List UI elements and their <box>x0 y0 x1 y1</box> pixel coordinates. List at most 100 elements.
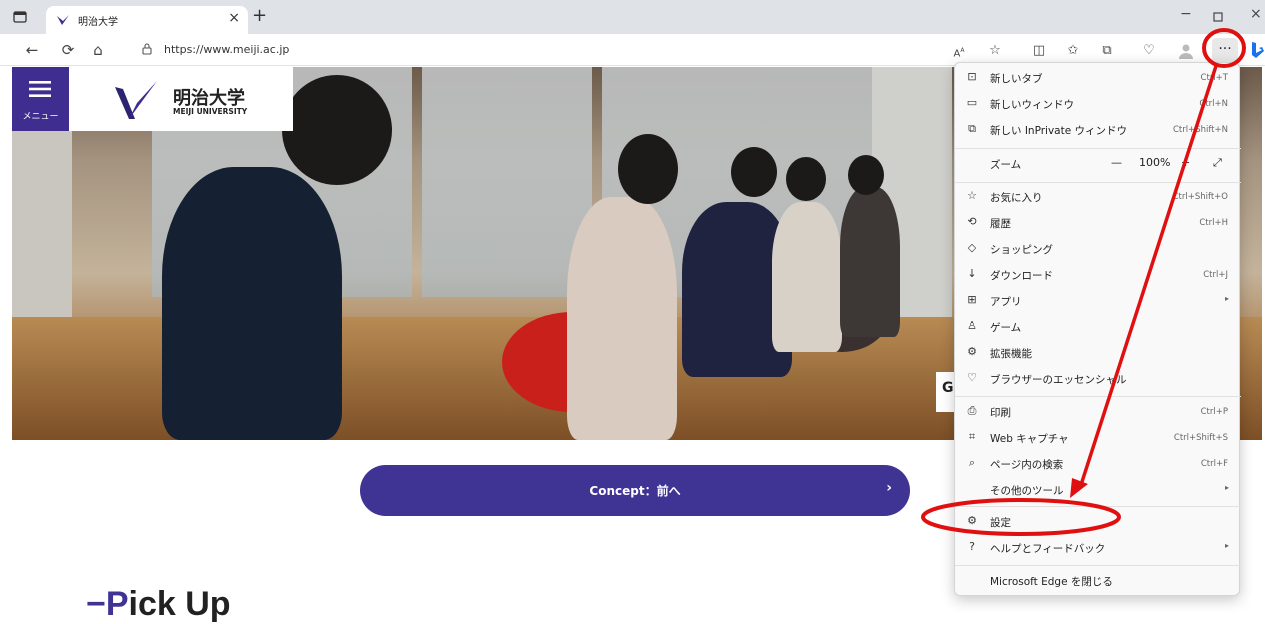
new-tab-button[interactable]: + <box>252 5 267 26</box>
help-icon: ? <box>969 540 975 553</box>
read-aloud-icon[interactable]: AA <box>950 42 968 60</box>
menu-item-print[interactable]: ⎙ 印刷 Ctrl+P <box>955 399 1241 425</box>
tab-title: 明治大学 <box>78 17 118 28</box>
menu-item-label: 設定 <box>990 517 1011 529</box>
tab-actions-icon[interactable] <box>12 9 28 25</box>
menu-item-label: 新しいウィンドウ <box>990 99 1074 111</box>
menu-item-label: 印刷 <box>990 407 1011 419</box>
menu-item-label: Microsoft Edge を閉じる <box>990 576 1113 588</box>
submenu-arrow-icon: ▸ <box>1224 541 1229 550</box>
menu-item-games[interactable]: ♙ ゲーム <box>955 314 1241 340</box>
web-capture-icon: ⌗ <box>968 430 976 443</box>
menu-item-shortcut: Ctrl+H <box>1199 218 1228 228</box>
menu-item-shortcut: Ctrl+Shift+S <box>1173 433 1228 443</box>
apps-icon: ⊞ <box>967 293 977 306</box>
menu-item-label: ズーム <box>990 159 1022 171</box>
home-icon[interactable]: ⌂ <box>88 40 108 60</box>
menu-item-label: アプリ <box>990 296 1022 308</box>
menu-item-label: お気に入り <box>990 192 1043 204</box>
close-window-button[interactable]: × <box>1250 6 1262 22</box>
essentials-icon: ♡ <box>967 371 977 384</box>
shopping-icon: ◇ <box>967 241 977 254</box>
back-icon[interactable]: ← <box>22 40 42 60</box>
menu-item-extensions[interactable]: ⚙ 拡張機能 <box>955 340 1241 366</box>
site-logo[interactable]: 明治大学 MEIJI UNIVERSITY <box>69 67 293 131</box>
menu-item-downloads[interactable]: ↓ ダウンロード Ctrl+J <box>955 262 1241 288</box>
submenu-arrow-icon: ▸ <box>1224 294 1229 303</box>
logo-english-text: MEIJI UNIVERSITY <box>173 107 248 116</box>
menu-item-shortcut: Ctrl+Shift+N <box>1172 125 1228 135</box>
hamburger-icon <box>29 81 51 97</box>
split-screen-icon[interactable]: ◫ <box>1030 42 1048 60</box>
find-icon: ⌕ <box>968 456 976 469</box>
menu-item-label: その他のツール <box>990 485 1064 497</box>
browser-essentials-icon[interactable]: ♡ <box>1140 42 1158 60</box>
new-tab-icon: ⊡ <box>967 70 977 83</box>
menu-item-web-capture[interactable]: ⌗ Web キャプチャ Ctrl+Shift+S <box>955 425 1241 451</box>
pickup-initial: P <box>105 585 129 623</box>
menu-item-shopping[interactable]: ◇ ショッピング <box>955 236 1241 262</box>
menu-item-favorites[interactable]: ☆ お気に入り Ctrl+Shift+O <box>955 184 1241 210</box>
menu-item-close-edge[interactable]: Microsoft Edge を閉じる <box>955 568 1241 594</box>
menu-item-find-on-page[interactable]: ⌕ ページ内の検索 Ctrl+F <box>955 451 1241 477</box>
pickup-heading: −Pick Up <box>86 585 231 624</box>
extensions-icon: ⚙ <box>967 345 977 358</box>
lock-icon[interactable] <box>140 42 154 56</box>
tab-close-button[interactable]: × <box>228 10 240 26</box>
favorite-star-icon[interactable]: ☆ <box>986 42 1004 60</box>
print-icon: ⎙ <box>967 404 977 417</box>
collections-icon[interactable]: ⧉ <box>1098 42 1116 60</box>
menu-item-settings[interactable]: ⚙ 設定 <box>955 509 1241 535</box>
menu-item-history[interactable]: ⟲ 履歴 Ctrl+H <box>955 210 1241 236</box>
meiji-logo-icon <box>115 81 157 119</box>
menu-item-label: ゲーム <box>990 322 1022 334</box>
games-icon: ♙ <box>967 319 977 332</box>
menu-item-apps[interactable]: ⊞ アプリ ▸ <box>955 288 1241 314</box>
url-field[interactable]: https://www.meiji.ac.jp <box>124 38 944 62</box>
download-icon: ↓ <box>967 267 977 280</box>
menu-item-new-tab[interactable]: ⊡ 新しいタブ Ctrl+T <box>955 65 1241 91</box>
history-icon: ⟲ <box>967 215 977 228</box>
zoom-out-button[interactable]: — <box>1111 156 1122 169</box>
site-menu-button[interactable]: メニュー <box>12 67 69 131</box>
copilot-icon[interactable] <box>1248 40 1265 60</box>
zoom-value: 100% <box>1139 156 1171 169</box>
browser-tab[interactable]: 明治大学 × <box>46 6 248 34</box>
menu-item-shortcut: Ctrl+P <box>1200 407 1228 417</box>
menu-item-zoom: ズーム — 100% + ⤢ <box>955 151 1241 177</box>
restore-icon[interactable] <box>1213 12 1223 22</box>
menu-item-shortcut: Ctrl+F <box>1200 459 1228 469</box>
menu-item-browser-essentials[interactable]: ♡ ブラウザーのエッセンシャル <box>955 366 1241 392</box>
menu-item-new-window[interactable]: ▭ 新しいウィンドウ Ctrl+N <box>955 91 1241 117</box>
menu-item-label: Web キャプチャ <box>990 433 1069 445</box>
menu-item-more-tools[interactable]: その他のツール ▸ <box>955 477 1241 503</box>
url-text: https://www.meiji.ac.jp <box>164 43 290 56</box>
menu-item-help-feedback[interactable]: ? ヘルプとフィードバック ▸ <box>955 535 1241 561</box>
pickup-rest: ick Up <box>128 585 231 623</box>
submenu-arrow-icon: ▸ <box>1224 483 1229 492</box>
favorites-icon: ☆ <box>967 189 977 202</box>
menu-item-label: 新しい InPrivate ウィンドウ <box>990 125 1128 137</box>
new-window-icon: ▭ <box>966 96 978 109</box>
zoom-in-button[interactable]: + <box>1181 156 1190 169</box>
menu-item-label: ヘルプとフィードバック <box>990 543 1106 555</box>
profile-avatar-icon[interactable] <box>1177 42 1195 60</box>
settings-icon: ⚙ <box>967 514 977 527</box>
inprivate-icon: ⧉ <box>968 122 976 135</box>
fullscreen-icon[interactable]: ⤢ <box>1213 156 1222 170</box>
menu-item-label: 履歴 <box>990 218 1011 230</box>
settings-and-more-button[interactable]: ··· <box>1212 38 1238 62</box>
favorites-bar-icon[interactable]: ✩ <box>1064 42 1082 60</box>
pickup-dash: − <box>86 585 106 623</box>
meiji-favicon-icon <box>57 15 69 25</box>
minimize-button[interactable]: − <box>1180 6 1192 22</box>
menu-item-shortcut: Ctrl+N <box>1199 99 1228 109</box>
refresh-icon[interactable]: ⟳ <box>58 40 78 60</box>
menu-item-new-inprivate[interactable]: ⧉ 新しい InPrivate ウィンドウ Ctrl+Shift+N <box>955 117 1241 143</box>
menu-item-shortcut: Ctrl+Shift+O <box>1172 192 1228 202</box>
menu-item-shortcut: Ctrl+T <box>1200 73 1228 83</box>
chevron-right-icon: › <box>886 480 892 496</box>
concept-prev-button[interactable]: Concept：前へ › <box>360 465 910 516</box>
menu-item-label: 新しいタブ <box>990 73 1043 85</box>
menu-label: メニュー <box>22 112 59 122</box>
